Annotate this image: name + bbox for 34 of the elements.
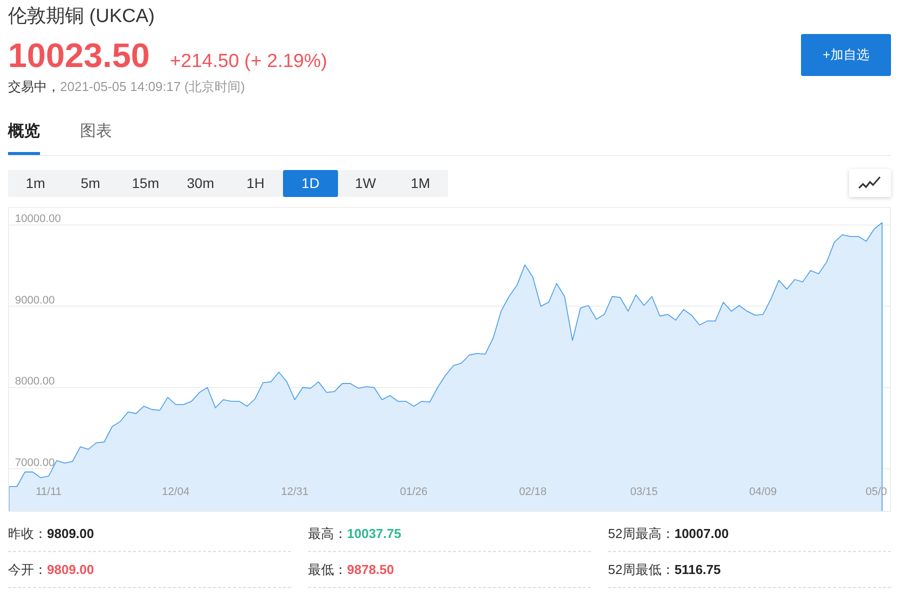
y-axis-label: 9000.00 [15,294,55,306]
add-watchlist-button[interactable]: +加自选 [801,34,891,76]
stat-label: 52周最高： [608,524,674,543]
x-axis-label: 02/18 [519,486,547,498]
stat-value: 9809.00 [47,560,94,579]
y-axis-label: 8000.00 [15,376,55,388]
tab[interactable]: 图表 [80,120,112,155]
x-axis-label: 01/26 [400,486,428,498]
stat-label: 昨收： [8,524,47,543]
line-chart-toggle-button[interactable] [849,169,891,197]
stat-value: 5116.75 [674,560,721,579]
stat-value: 9878.50 [347,560,394,579]
stat-label: 52周最低： [608,560,674,579]
tab[interactable]: 概览 [8,120,40,155]
trading-status: 交易中， [8,78,60,96]
x-axis-label: 03/15 [630,486,658,498]
stat-value: 10007.00 [674,524,729,543]
x-axis-label: 11/11 [36,486,62,498]
timestamp: 2021-05-05 14:09:17 (北京时间) [60,78,245,96]
period-button[interactable]: 1D [283,170,338,196]
instrument-title: 伦敦期铜 (UKCA) [8,5,156,29]
price: 10023.50 [8,36,150,76]
x-axis-label: 12/31 [280,486,308,498]
y-axis-label: 7000.00 [15,456,55,469]
x-axis-label: 04/09 [749,486,777,498]
line-chart-icon [858,175,882,191]
stat-label: 最高： [308,524,347,543]
x-axis-label: 12/04 [162,486,190,498]
stat-value: 9809.00 [47,524,94,543]
stat-label: 最低： [308,560,347,579]
price-change: +214.50 (+ 2.19%) [170,50,328,74]
stat-label: 今开： [8,560,47,579]
stat-value: 10037.75 [347,524,402,543]
y-axis-label: 10000.00 [15,213,61,226]
